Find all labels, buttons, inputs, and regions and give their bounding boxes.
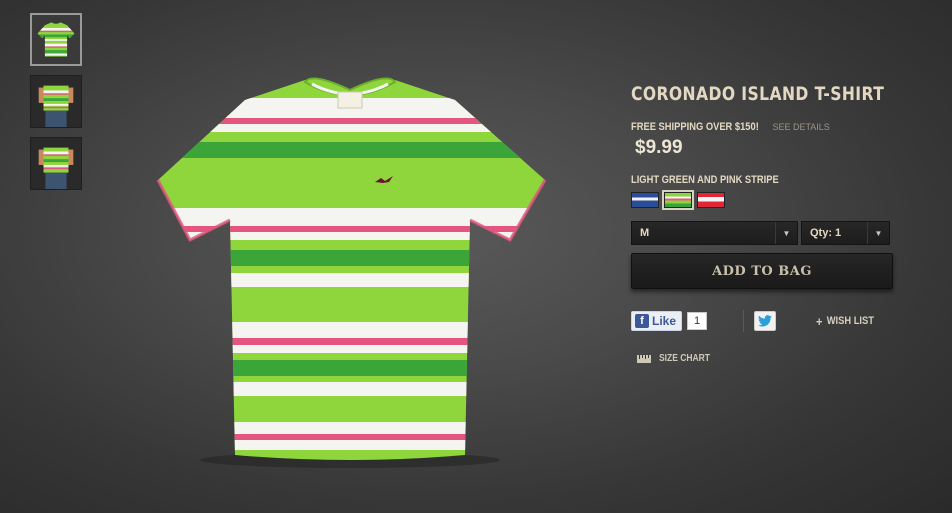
neck-label (337, 91, 363, 109)
facebook-icon: f (635, 314, 649, 328)
product-info: CORONADO ISLAND T-SHIRT FREE SHIPPING OV… (631, 80, 901, 364)
option-selects: M ▼ Qty: 1 ▼ (631, 221, 901, 245)
wish-list-link[interactable]: + WISH LIST (816, 314, 874, 329)
twitter-icon (758, 315, 773, 327)
swatch-blue-stripe[interactable] (631, 192, 659, 208)
twitter-button[interactable] (754, 311, 777, 331)
facebook-like-button[interactable]: f Like (631, 311, 683, 331)
social-bar: f Like 1 + WISH LIST (631, 309, 901, 333)
thumbnail-list (30, 13, 84, 199)
shirt-thumbnail-image (37, 22, 75, 57)
shirt-image (156, 77, 547, 468)
thumbnail-model-back[interactable] (30, 137, 82, 190)
thumbnail-model-front[interactable] (30, 75, 82, 128)
quantity-select[interactable]: Qty: 1 ▼ (801, 221, 890, 245)
wish-list-label: WISH LIST (826, 315, 874, 327)
color-swatches (631, 190, 901, 210)
product-main-image[interactable] (150, 60, 550, 470)
product-price: $9.99 (635, 137, 683, 158)
model-back-thumbnail-image (31, 138, 81, 189)
free-shipping-text: FREE SHIPPING OVER $150! (631, 121, 759, 133)
add-to-bag-button[interactable]: ADD TO BAG (631, 253, 893, 289)
quantity-select-value: Qty: 1 (810, 227, 842, 239)
size-chart-link[interactable]: SIZE CHART (637, 353, 901, 364)
facebook-like-count: 1 (687, 312, 708, 330)
size-select[interactable]: M ▼ (631, 221, 798, 245)
chevron-down-icon[interactable]: ▼ (775, 222, 797, 244)
color-name: LIGHT GREEN AND PINK STRIPE (631, 174, 779, 186)
shipping-info: FREE SHIPPING OVER $150! SEE DETAILS (631, 121, 901, 133)
size-select-value: M (640, 227, 650, 239)
plus-icon: + (816, 313, 823, 329)
facebook-like-label: Like (652, 314, 677, 328)
social-divider (743, 310, 745, 332)
thumbnail-front-view[interactable] (30, 13, 82, 66)
swatch-light-green-pink-stripe[interactable] (662, 190, 694, 210)
size-chart-label: SIZE CHART (659, 353, 710, 364)
model-front-thumbnail-image (31, 76, 81, 127)
product-title: CORONADO ISLAND T-SHIRT (631, 83, 885, 105)
see-details-link[interactable]: SEE DETAILS (772, 122, 829, 132)
ruler-icon (637, 354, 651, 363)
chevron-down-icon[interactable]: ▼ (867, 222, 889, 244)
swatch-red-stripe[interactable] (697, 192, 725, 208)
